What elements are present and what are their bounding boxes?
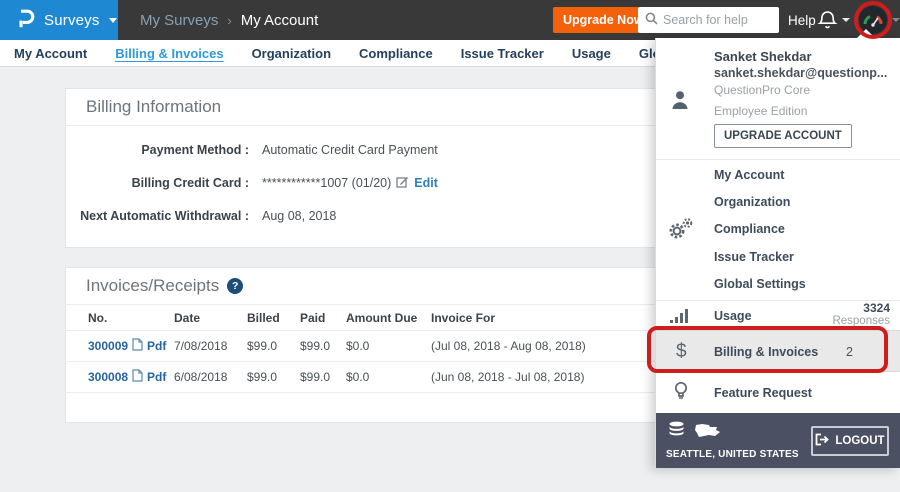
invoice-date: 7/08/2018 <box>174 339 247 353</box>
billing-invoices-badge: 2 <box>846 331 853 373</box>
help-question-icon[interactable]: ? <box>227 278 243 294</box>
breadcrumb-separator-icon: › <box>227 13 231 28</box>
bell-chevron-down-icon[interactable] <box>842 18 850 22</box>
panel-footer: SEATTLE, UNITED STATES LOGOUT <box>656 413 900 468</box>
breadcrumb-my-account: My Account <box>241 12 319 29</box>
invoice-number-link[interactable]: 300009 <box>88 339 128 353</box>
menu-item-issue-tracker[interactable]: Issue Tracker <box>714 250 794 264</box>
tab-usage[interactable]: Usage <box>572 46 611 61</box>
billing-information-title: Billing Information <box>86 97 221 117</box>
logout-label: LOGOUT <box>835 435 884 447</box>
dollar-icon: $ <box>676 331 687 373</box>
usa-map-icon <box>694 423 721 441</box>
billing-invoices-label: Billing & Invoices <box>714 331 818 373</box>
tab-compliance[interactable]: Compliance <box>359 46 433 61</box>
col-paid: Paid <box>300 311 346 325</box>
invoice-billed: $99.0 <box>247 370 300 384</box>
logout-icon <box>815 433 829 449</box>
help-link[interactable]: Help <box>788 0 816 40</box>
edit-pencil-icon[interactable] <box>396 175 409 191</box>
account-license: QuestionPro Core <box>714 83 810 97</box>
breadcrumb-my-surveys[interactable]: My Surveys <box>140 12 218 29</box>
questionpro-logo-icon <box>16 8 35 33</box>
usage-responses[interactable]: 3324 Responses <box>832 301 890 327</box>
database-icon <box>668 421 685 441</box>
col-date: Date <box>174 311 247 325</box>
bar-chart-usage-icon <box>670 307 690 327</box>
col-amount-due: Amount Due <box>346 311 431 325</box>
top-header: Surveys My Surveys › My Account Upgrade … <box>0 0 900 40</box>
usage-count: 3324 <box>832 301 890 315</box>
menu-item-compliance[interactable]: Compliance <box>714 222 785 236</box>
server-location-label: SEATTLE, UNITED STATES <box>666 449 799 460</box>
tab-organization[interactable]: Organization <box>252 46 331 61</box>
menu-item-global-settings[interactable]: Global Settings <box>714 277 806 291</box>
breadcrumb: My Surveys › My Account <box>140 0 318 40</box>
invoice-paid: $99.0 <box>300 339 346 353</box>
invoice-paid: $99.0 <box>300 370 346 384</box>
next-withdrawal-value: Aug 08, 2018 <box>262 209 336 223</box>
product-name: Surveys <box>44 12 100 29</box>
tab-billing-invoices[interactable]: Billing & Invoices <box>115 46 223 61</box>
dropdown-caret-icon <box>857 29 875 38</box>
edit-card-link[interactable]: Edit <box>414 176 438 190</box>
surveys-product-switcher[interactable]: Surveys <box>0 0 118 40</box>
payment-method-label: Payment Method : <box>66 143 249 157</box>
lightbulb-icon <box>673 381 689 406</box>
menu-item-usage[interactable]: Usage <box>714 309 752 323</box>
account-email: sanket.shekdar@questionp... <box>714 66 887 80</box>
feature-request-label: Feature Request <box>714 372 812 413</box>
invoices-receipts-title: Invoices/Receipts <box>86 276 219 296</box>
pdf-link[interactable]: Pdf <box>147 339 166 353</box>
billing-credit-card-value: ************1007 (01/20) <box>262 176 391 190</box>
next-withdrawal-label: Next Automatic Withdrawal : <box>66 209 249 223</box>
menu-item-my-account[interactable]: My Account <box>714 168 784 182</box>
invoice-amount-due: $0.0 <box>346 339 431 353</box>
upgrade-account-button[interactable]: UPGRADE ACCOUNT <box>714 124 852 148</box>
chevron-down-icon <box>109 18 117 23</box>
logout-button[interactable]: LOGOUT <box>811 426 889 456</box>
menu-item-billing-invoices[interactable]: $ Billing & Invoices 2 <box>656 330 900 372</box>
account-name: Sanket Shekdar <box>714 49 812 64</box>
person-icon <box>671 90 689 114</box>
divider <box>656 159 900 160</box>
menu-item-feature-request[interactable]: Feature Request <box>656 372 900 413</box>
invoice-number-link[interactable]: 300008 <box>88 370 128 384</box>
tab-my-account[interactable]: My Account <box>14 46 87 61</box>
menu-item-organization[interactable]: Organization <box>714 195 790 209</box>
account-dropdown-panel: Sanket Shekdar sanket.shekdar@questionp.… <box>655 38 900 468</box>
gears-settings-icon <box>667 216 694 245</box>
pdf-link[interactable]: Pdf <box>147 370 166 384</box>
green-dash <box>848 326 874 330</box>
avatar-chevron-down-icon[interactable] <box>892 18 900 22</box>
pdf-file-icon[interactable] <box>132 369 143 385</box>
col-billed: Billed <box>247 311 300 325</box>
col-no: No. <box>88 311 174 325</box>
search-icon <box>645 12 658 28</box>
pdf-file-icon[interactable] <box>132 338 143 354</box>
invoice-date: 6/08/2018 <box>174 370 247 384</box>
notifications-bell-icon[interactable] <box>817 9 838 34</box>
account-edition: Employee Edition <box>714 104 807 118</box>
payment-method-value: Automatic Credit Card Payment <box>262 143 438 157</box>
search-input[interactable] <box>663 13 772 27</box>
help-search-box[interactable] <box>638 7 779 33</box>
invoice-billed: $99.0 <box>247 339 300 353</box>
billing-credit-card-label: Billing Credit Card : <box>66 176 249 190</box>
tab-issue-tracker[interactable]: Issue Tracker <box>461 46 544 61</box>
invoice-amount-due: $0.0 <box>346 370 431 384</box>
